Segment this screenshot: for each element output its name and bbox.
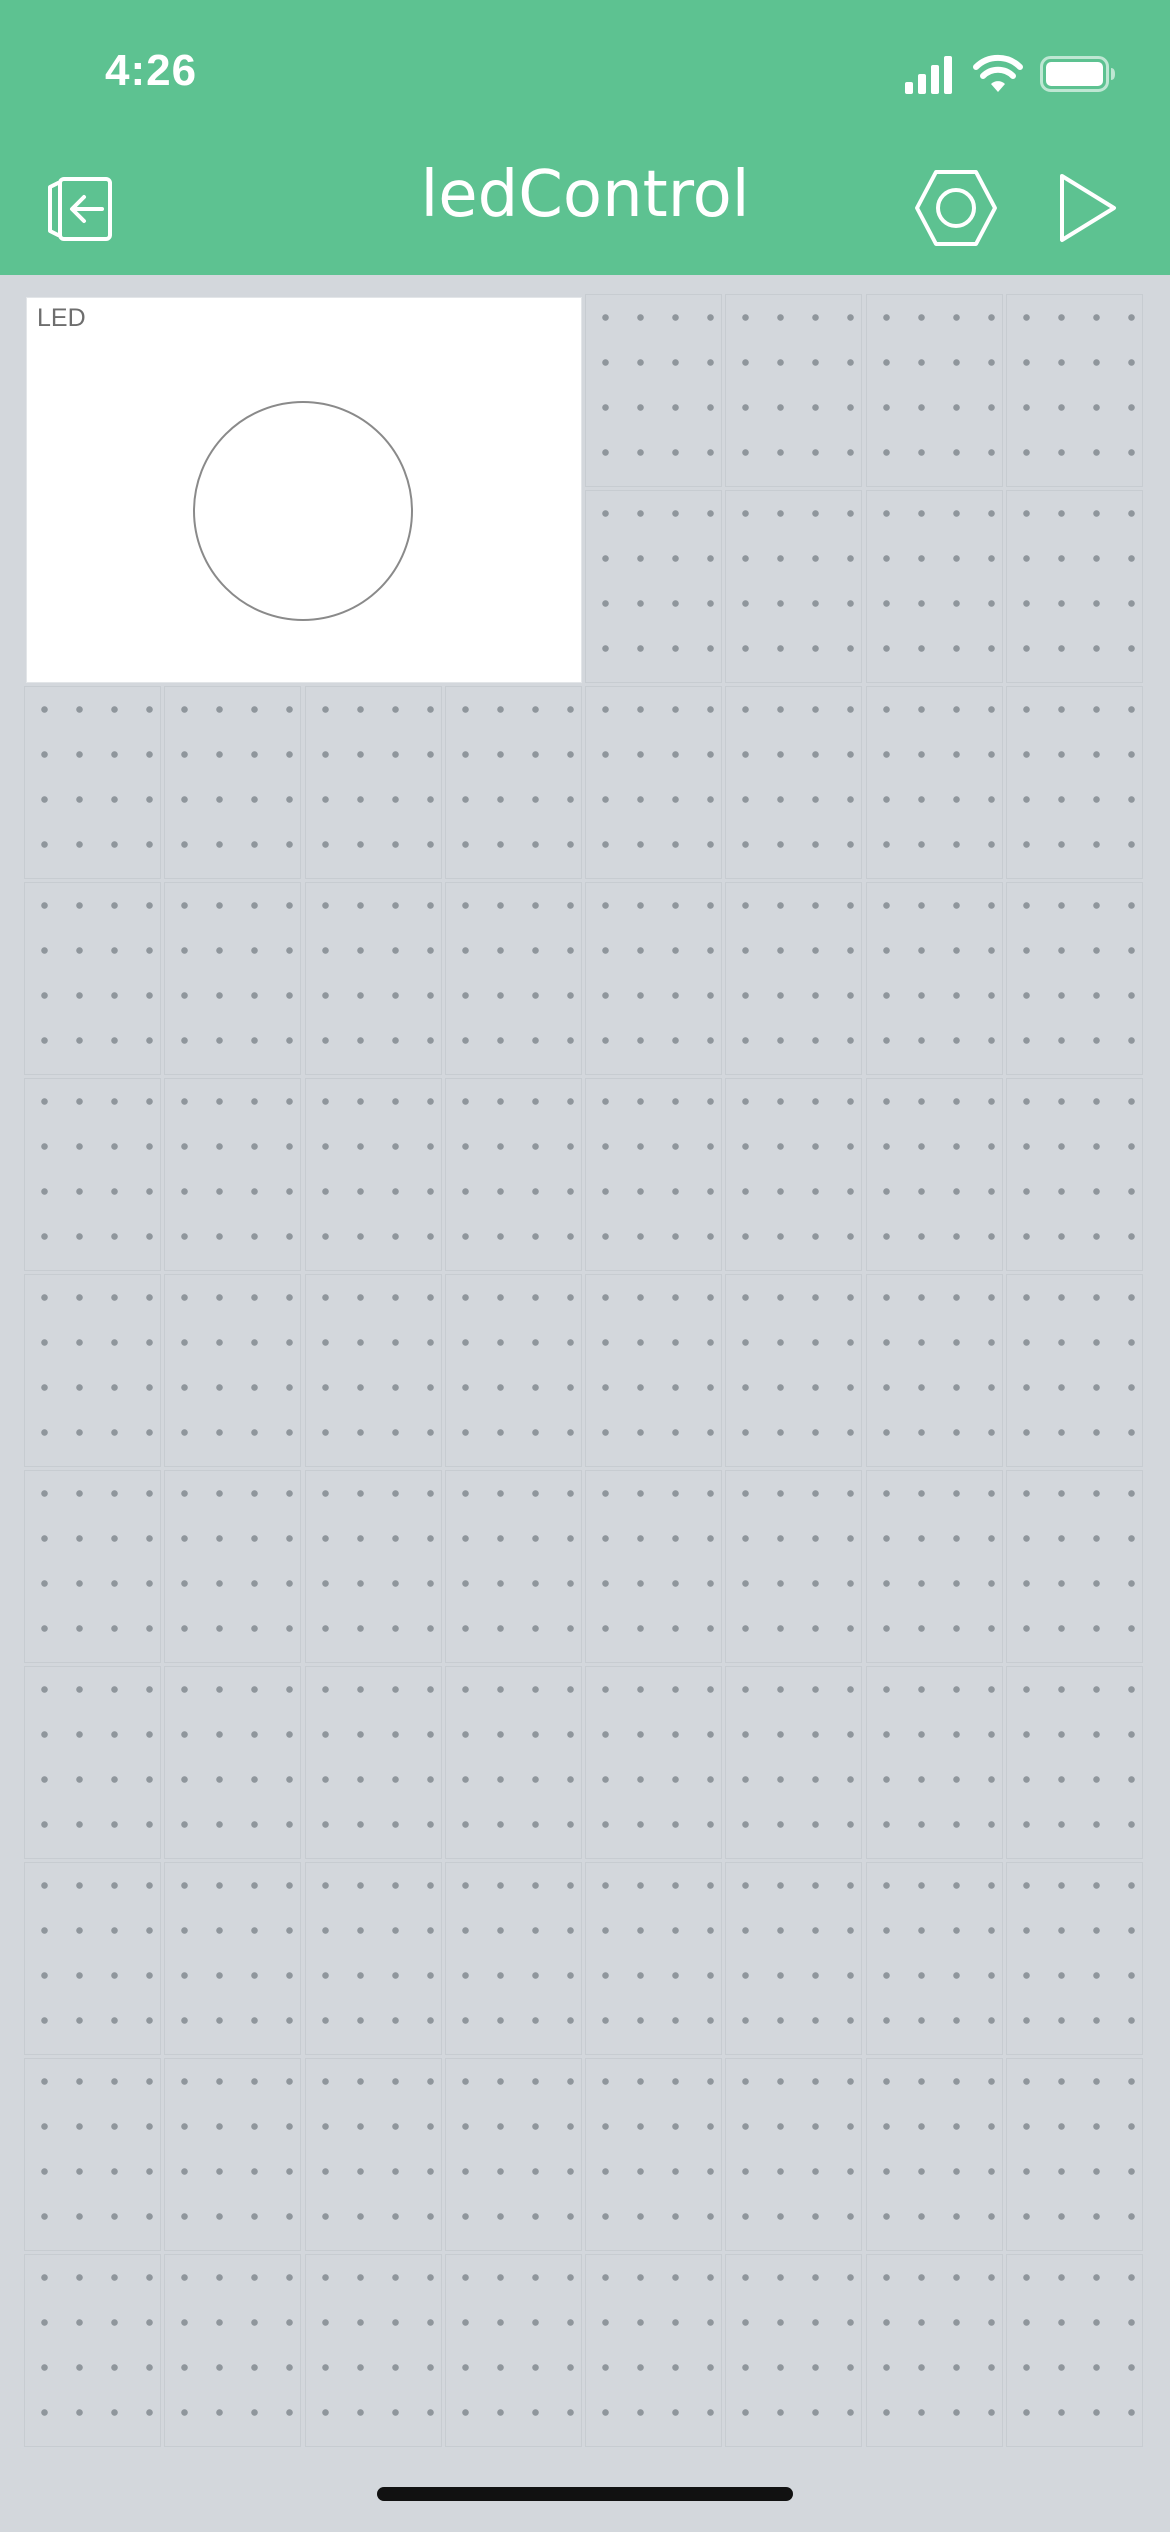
grid-cell[interactable] [305, 2254, 442, 2447]
grid-cell[interactable] [1006, 1862, 1143, 2055]
home-indicator[interactable] [377, 2487, 793, 2501]
grid-cell[interactable] [725, 1274, 862, 1467]
grid-cell[interactable] [24, 1274, 161, 1467]
grid-cell[interactable] [725, 1078, 862, 1271]
grid-cell[interactable] [24, 1470, 161, 1663]
battery-icon [1040, 56, 1115, 92]
grid-cell[interactable] [445, 2254, 582, 2447]
grid-cell[interactable] [585, 1862, 722, 2055]
grid-cell[interactable] [1006, 1666, 1143, 1859]
grid-cell[interactable] [445, 686, 582, 879]
grid-cell[interactable] [866, 686, 1003, 879]
grid-cell[interactable] [585, 2254, 722, 2447]
grid-cell[interactable] [164, 1862, 301, 2055]
grid-cell[interactable] [585, 1274, 722, 1467]
grid-cell[interactable] [24, 1666, 161, 1859]
grid-cell[interactable] [24, 2254, 161, 2447]
grid-cell[interactable] [866, 882, 1003, 1075]
grid-cell[interactable] [164, 882, 301, 1075]
grid-cell[interactable] [305, 1470, 442, 1663]
grid-cell[interactable] [866, 2058, 1003, 2251]
grid-cell[interactable] [725, 1666, 862, 1859]
grid-cell[interactable] [725, 1470, 862, 1663]
grid-cell[interactable] [164, 1470, 301, 1663]
grid-cell[interactable] [1006, 1274, 1143, 1467]
grid-cell[interactable] [866, 1862, 1003, 2055]
grid-cell[interactable] [305, 882, 442, 1075]
wifi-icon [973, 54, 1023, 92]
grid-cell[interactable] [445, 882, 582, 1075]
grid-cell[interactable] [866, 1078, 1003, 1271]
grid-cell[interactable] [445, 1862, 582, 2055]
grid-cell[interactable] [164, 686, 301, 879]
grid-cell[interactable] [725, 1862, 862, 2055]
grid-cell[interactable] [725, 490, 862, 683]
grid-cell[interactable] [1006, 686, 1143, 879]
settings-hex-nut-icon [915, 170, 997, 246]
grid-cell[interactable] [585, 1666, 722, 1859]
grid-cell[interactable] [24, 1862, 161, 2055]
grid-cell[interactable] [1006, 2254, 1143, 2447]
grid-cell[interactable] [585, 490, 722, 683]
grid-cell[interactable] [1006, 2058, 1143, 2251]
grid-cell[interactable] [585, 1078, 722, 1271]
led-indicator-icon [193, 401, 413, 621]
grid-cell[interactable] [305, 1078, 442, 1271]
grid-cell[interactable] [24, 882, 161, 1075]
grid-cell[interactable] [1006, 1470, 1143, 1663]
grid-cell[interactable] [1006, 490, 1143, 683]
grid-cell[interactable] [164, 1666, 301, 1859]
led-widget[interactable]: LED [26, 297, 582, 683]
grid-cell[interactable] [445, 1274, 582, 1467]
grid-cell[interactable] [445, 1470, 582, 1663]
led-widget-label: LED [37, 304, 86, 332]
grid-cell[interactable] [866, 294, 1003, 487]
grid-cell[interactable] [585, 1470, 722, 1663]
status-time: 4:26 [105, 46, 198, 95]
grid-cell[interactable] [164, 1078, 301, 1271]
grid-cell[interactable] [725, 2058, 862, 2251]
grid-cell[interactable] [725, 294, 862, 487]
grid-cell[interactable] [585, 882, 722, 1075]
grid-cell[interactable] [24, 686, 161, 879]
play-button[interactable] [1058, 172, 1120, 244]
grid-cell[interactable] [305, 1862, 442, 2055]
app-header: 4:26 ledControl [0, 0, 1170, 275]
play-icon [1060, 174, 1116, 242]
grid-cell[interactable] [585, 686, 722, 879]
grid-cell[interactable] [24, 2058, 161, 2251]
grid-cell[interactable] [164, 2254, 301, 2447]
grid-cell[interactable] [164, 1274, 301, 1467]
grid-cell[interactable] [305, 1666, 442, 1859]
grid-cell[interactable] [725, 686, 862, 879]
grid-cell[interactable] [305, 686, 442, 879]
grid-cell[interactable] [164, 2058, 301, 2251]
grid-cell[interactable] [585, 294, 722, 487]
grid-cell[interactable] [445, 1666, 582, 1859]
grid-cell[interactable] [725, 882, 862, 1075]
grid-cell[interactable] [1006, 1078, 1143, 1271]
grid-cell[interactable] [866, 2254, 1003, 2447]
signal-icon [905, 56, 952, 94]
grid-cell[interactable] [305, 2058, 442, 2251]
grid-cell[interactable] [1006, 882, 1143, 1075]
grid-cell[interactable] [866, 1274, 1003, 1467]
grid-cell[interactable] [866, 490, 1003, 683]
grid-cell[interactable] [1006, 294, 1143, 487]
grid-cell[interactable] [725, 2254, 862, 2447]
grid-cell[interactable] [445, 2058, 582, 2251]
grid-cell[interactable] [24, 1078, 161, 1271]
grid-cell[interactable] [866, 1470, 1003, 1663]
settings-button[interactable] [914, 168, 998, 248]
grid-cell[interactable] [305, 1274, 442, 1467]
grid-cell[interactable] [445, 1078, 582, 1271]
grid-cell[interactable] [585, 2058, 722, 2251]
grid-cell[interactable] [866, 1666, 1003, 1859]
